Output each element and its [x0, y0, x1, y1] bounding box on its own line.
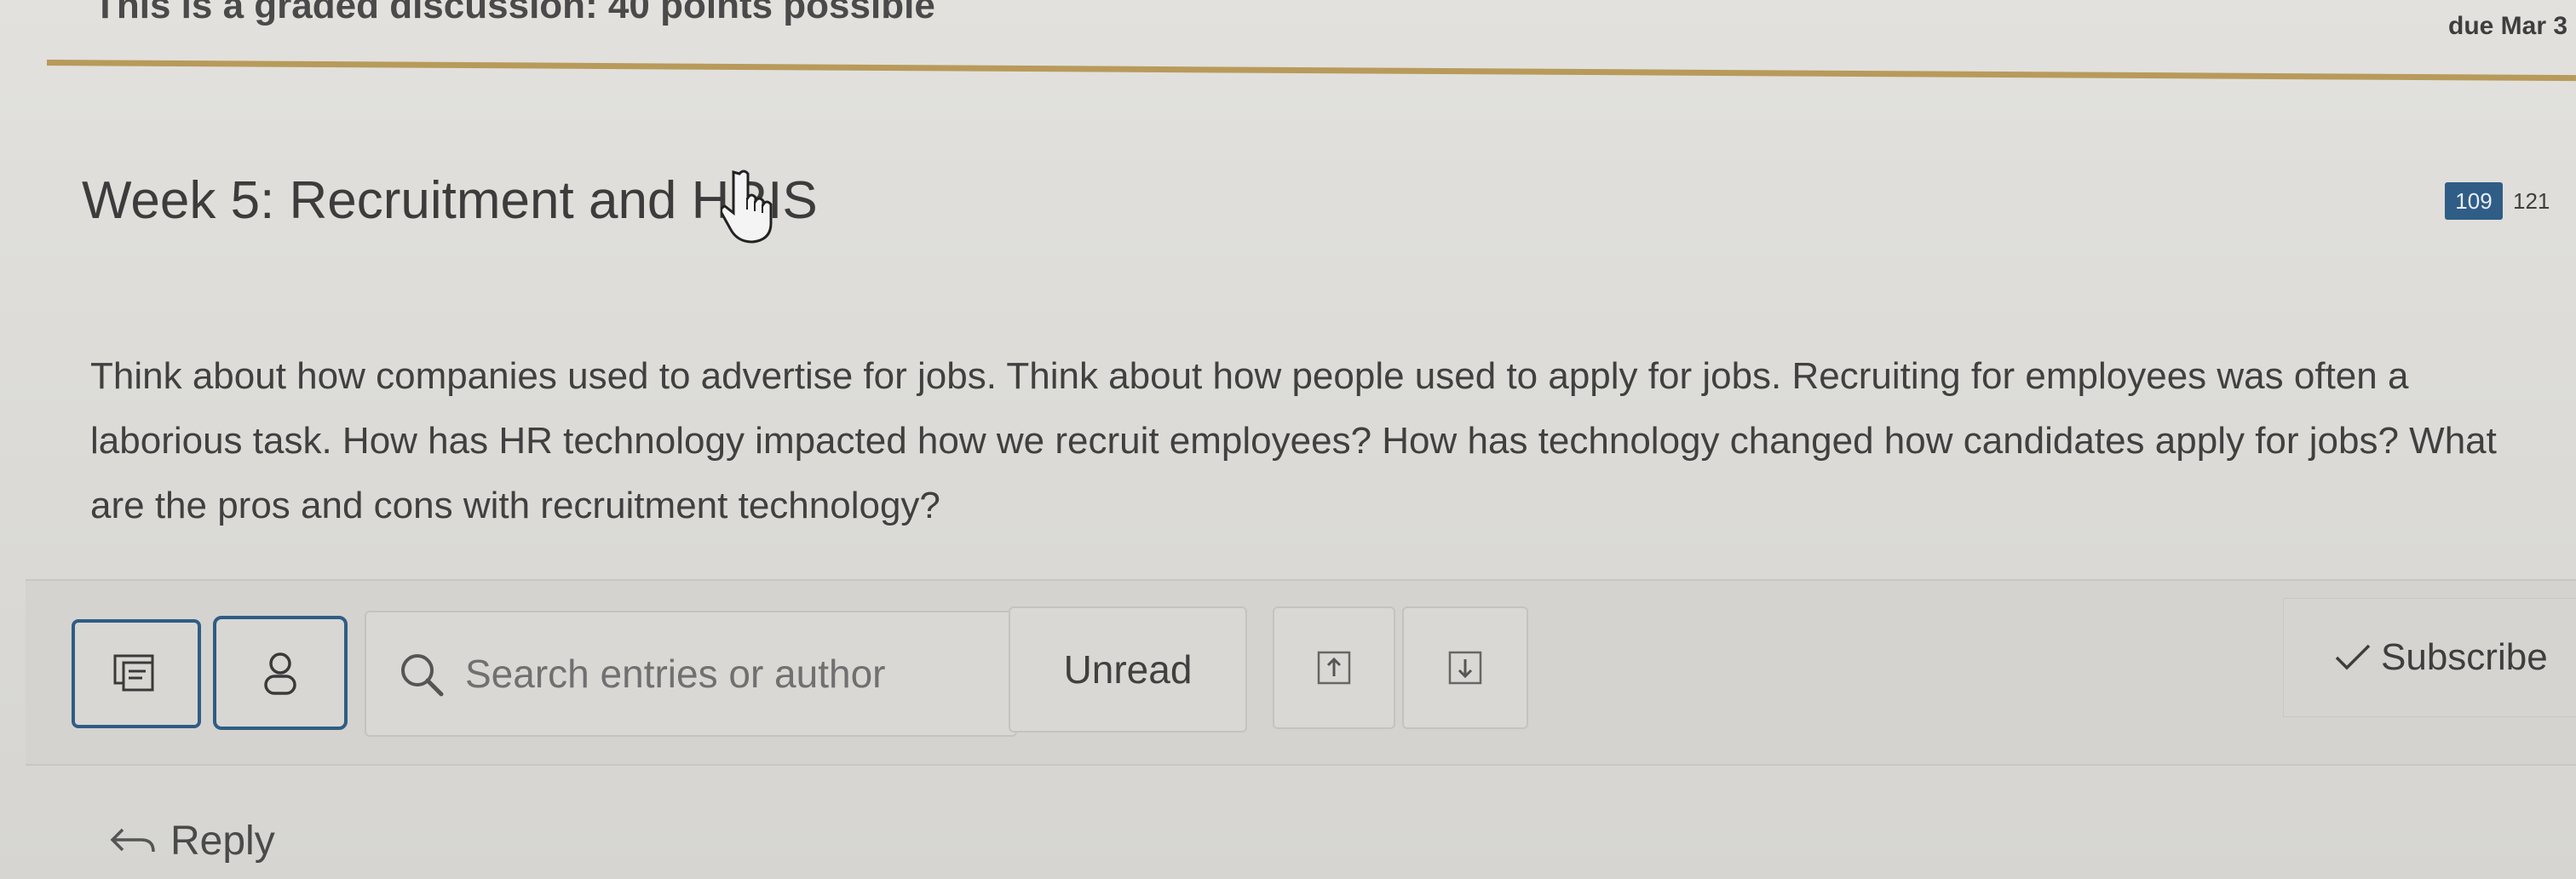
collapse-replies-icon — [113, 654, 154, 692]
author-filter-button[interactable] — [213, 616, 348, 730]
reply-label: Reply — [170, 819, 275, 864]
arrow-down-icon — [1448, 651, 1482, 685]
person-icon — [264, 652, 296, 695]
sort-ascending-button[interactable] — [1273, 606, 1395, 729]
topic-title: Week 5: Recruitment and HRIS — [82, 171, 818, 230]
discussion-toolbar: Unread Subscribe — [26, 579, 2576, 766]
subscribe-button[interactable]: Subscribe — [2283, 598, 2576, 717]
reply-arrow-icon — [110, 828, 155, 852]
hand-cursor-icon — [721, 169, 773, 244]
header-divider — [46, 60, 2576, 82]
discussion-page: This is a graded discussion: 40 points p… — [0, 0, 2576, 879]
due-date: due Mar 3 — [2448, 12, 2568, 40]
unread-filter-button[interactable]: Unread — [1009, 606, 1247, 732]
subscribe-label: Subscribe — [2381, 636, 2548, 678]
discussion-prompt: Think about how companies used to advert… — [90, 355, 2497, 526]
unread-count-badge: 109 — [2445, 182, 2503, 220]
search-icon — [401, 654, 444, 697]
graded-note: This is a graded discussion: 40 points p… — [94, 0, 935, 26]
total-count: 121 — [2513, 187, 2550, 214]
checkmark-icon — [2335, 644, 2371, 670]
search-field[interactable] — [365, 611, 1017, 737]
sort-descending-button[interactable] — [1402, 606, 1528, 729]
search-input[interactable] — [463, 650, 978, 698]
arrow-up-icon — [1317, 651, 1351, 685]
reply-button[interactable]: Reply — [107, 818, 275, 865]
collapse-replies-button[interactable] — [72, 619, 201, 728]
